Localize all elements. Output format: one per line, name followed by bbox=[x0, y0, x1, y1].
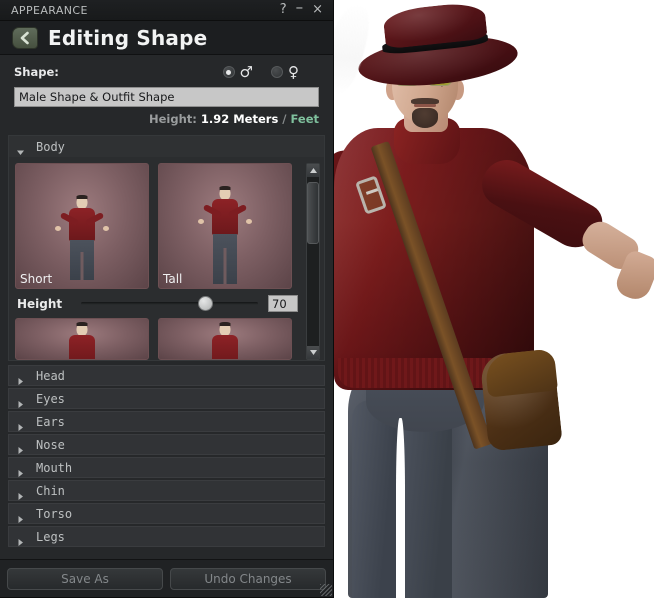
accordion-title-nose: Nose bbox=[36, 437, 65, 452]
window-title: APPEARANCE bbox=[11, 3, 88, 17]
thumbnail-tall[interactable]: Tall bbox=[158, 163, 292, 289]
chevron-right-icon bbox=[16, 463, 25, 477]
height-separator: / bbox=[282, 112, 287, 126]
sex-radio-group: ♂ ♀ bbox=[222, 63, 319, 81]
undo-changes-button[interactable]: Undo Changes bbox=[170, 567, 326, 590]
help-button[interactable]: ? bbox=[280, 3, 287, 16]
window-controls: ? – × bbox=[280, 0, 327, 16]
page-title: Editing Shape bbox=[48, 25, 208, 50]
shape-row: Shape: ♂ ♀ bbox=[0, 59, 333, 85]
thumbnail-caption-tall: Tall bbox=[163, 272, 183, 286]
accordion-title-torso: Torso bbox=[36, 506, 73, 521]
panel-footer: Save As Undo Changes bbox=[0, 559, 333, 597]
collapsed-sections-list: Head Eyes Ears Nose Mouth Chin Torso Leg… bbox=[8, 365, 325, 547]
accordion-title-eyes: Eyes bbox=[36, 391, 65, 406]
height-slider-thumb[interactable] bbox=[197, 296, 213, 311]
scrollbar-thumb[interactable] bbox=[307, 182, 319, 245]
shape-sections-scroll-area: Body Short Tall Height 70 Head Eyes Ears… bbox=[8, 135, 325, 559]
accordion-header-eyes[interactable]: Eyes bbox=[8, 388, 325, 409]
chevron-down-icon bbox=[16, 142, 25, 155]
avatar-left-leg bbox=[352, 400, 400, 598]
male-radio[interactable] bbox=[222, 66, 235, 78]
accordion-body: Body Short Tall Height 70 bbox=[8, 135, 325, 361]
height-readout: Height: 1.92 Meters / Feet bbox=[0, 107, 333, 129]
accordion-header-legs[interactable]: Legs bbox=[8, 526, 325, 547]
height-unit-toggle-link[interactable]: Feet bbox=[291, 112, 320, 126]
back-chevron-icon bbox=[19, 31, 31, 45]
accordion-header-nose[interactable]: Nose bbox=[8, 434, 325, 455]
accordion-header-torso[interactable]: Torso bbox=[8, 503, 325, 524]
height-value: 1.92 Meters bbox=[200, 112, 279, 126]
sex-option-male[interactable]: ♂ bbox=[222, 63, 253, 81]
height-value-input[interactable]: 70 bbox=[268, 295, 298, 312]
thumbnail-short[interactable]: Short bbox=[15, 163, 149, 289]
accordion-header-chin[interactable]: Chin bbox=[8, 480, 325, 501]
avatar-leg-gap bbox=[396, 418, 405, 598]
accordion-header-body[interactable]: Body bbox=[9, 136, 324, 157]
accordion-title-chin: Chin bbox=[36, 483, 65, 498]
thumbnail-body-thickness-low[interactable] bbox=[15, 318, 149, 360]
scroll-up-arrow-icon[interactable] bbox=[307, 164, 319, 177]
thumbnail-body-thickness-high[interactable] bbox=[158, 318, 292, 360]
save-as-button[interactable]: Save As bbox=[7, 567, 163, 590]
body-section-content: Short Tall Height 70 bbox=[9, 157, 324, 360]
chevron-right-icon bbox=[16, 371, 25, 385]
close-button[interactable]: × bbox=[312, 3, 323, 16]
titlebar[interactable]: APPEARANCE ? – × bbox=[0, 0, 333, 21]
height-label: Height: bbox=[148, 112, 197, 126]
chevron-right-icon bbox=[16, 417, 25, 431]
female-symbol-icon: ♀ bbox=[288, 63, 299, 81]
panel-header: Editing Shape bbox=[0, 21, 333, 55]
body-thumbnail-grid: Short Tall Height 70 bbox=[15, 163, 300, 360]
minimize-button[interactable]: – bbox=[296, 0, 304, 15]
avatar-mouth bbox=[414, 104, 436, 107]
scroll-down-arrow-icon[interactable] bbox=[307, 346, 319, 359]
scrollbar-track[interactable] bbox=[307, 177, 319, 346]
female-radio[interactable] bbox=[271, 66, 283, 78]
height-slider-label: Height bbox=[17, 296, 63, 311]
appearance-floater: APPEARANCE ? – × Editing Shape Shape: ♂ bbox=[0, 0, 334, 598]
height-slider-track bbox=[81, 302, 258, 305]
thumbnail-row-2 bbox=[15, 318, 300, 360]
resize-handle[interactable] bbox=[320, 584, 332, 596]
chevron-right-icon bbox=[16, 486, 25, 500]
chevron-right-icon bbox=[16, 394, 25, 408]
sex-option-female[interactable]: ♀ bbox=[271, 63, 299, 81]
thumbnail-caption-short: Short bbox=[20, 272, 53, 286]
shape-name-input[interactable]: Male Shape & Outfit Shape bbox=[14, 87, 319, 107]
accordion-header-mouth[interactable]: Mouth bbox=[8, 457, 325, 478]
accordion-title-mouth: Mouth bbox=[36, 460, 73, 475]
accordion-header-head[interactable]: Head bbox=[8, 365, 325, 386]
chevron-right-icon bbox=[16, 509, 25, 523]
shape-label: Shape: bbox=[14, 65, 59, 79]
height-slider[interactable] bbox=[81, 296, 258, 312]
accordion-header-ears[interactable]: Ears bbox=[8, 411, 325, 432]
avatar-figure bbox=[300, 0, 654, 598]
chevron-right-icon bbox=[16, 440, 25, 454]
chevron-right-icon bbox=[16, 532, 25, 546]
accordion-title-head: Head bbox=[36, 368, 65, 383]
male-symbol-icon: ♂ bbox=[239, 63, 253, 81]
thumbnail-row-1: Short Tall bbox=[15, 163, 300, 289]
avatar-goatee bbox=[412, 108, 438, 128]
height-slider-row: Height 70 bbox=[15, 289, 300, 318]
accordion-title-body: Body bbox=[36, 139, 65, 154]
accordion-title-ears: Ears bbox=[36, 414, 65, 429]
body-section-scrollbar[interactable] bbox=[306, 163, 320, 360]
back-button[interactable] bbox=[12, 26, 38, 49]
accordion-title-legs: Legs bbox=[36, 529, 65, 544]
